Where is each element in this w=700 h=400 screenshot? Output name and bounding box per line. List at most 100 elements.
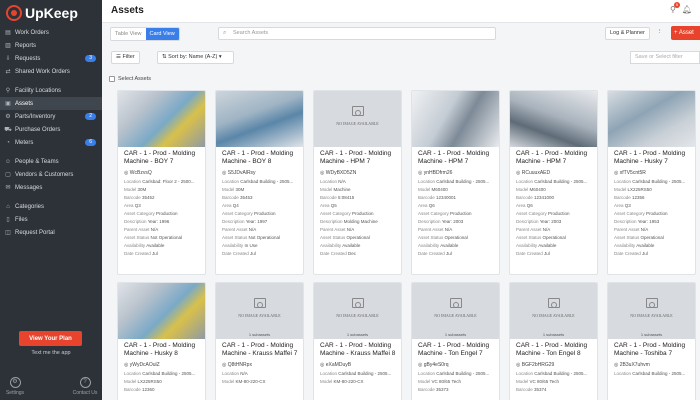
asset-title[interactable]: CAR - 1 - Prod - Molding Machine - HPM 7 xyxy=(412,147,499,166)
asset-card[interactable]: CAR - 1 - Prod - Molding Machine - Husky… xyxy=(607,90,696,275)
no-image-label: NO IMAGE AVAILABLE xyxy=(608,298,695,318)
more-options-icon[interactable]: ⋮ xyxy=(653,27,667,40)
table-view-button[interactable]: Table View xyxy=(111,28,146,40)
bell-icon[interactable]: 🔔︎ xyxy=(682,5,692,14)
asset-title[interactable]: CAR - 1 - Prod - Molding Machine - Ton E… xyxy=(510,339,597,358)
asset-card[interactable]: CAR - 1 - Prod - Molding Machine - HPM 7… xyxy=(509,90,598,275)
asset-card[interactable]: NO IMAGE AVAILABLE 1 subassets CAR - 1 - P… xyxy=(313,282,402,400)
asset-code-value: 2B3uX7uhvm xyxy=(619,362,650,368)
log-planner-button[interactable]: Log & Planner xyxy=(605,27,650,40)
sidebar-item-facility-locations[interactable]: ⚲ Facility Locations xyxy=(0,84,102,97)
sidebar-item-vendors-customers[interactable]: ▢ Vendors & Customers xyxy=(0,168,102,181)
field-value: Q3 xyxy=(624,203,631,208)
asset-field-barcode: Barcode 12356 xyxy=(608,192,695,200)
text-me-link[interactable]: Text me the app xyxy=(0,350,102,356)
subassets-chip[interactable]: 1 subassets xyxy=(314,332,401,337)
subassets-chip[interactable]: 1 subassets xyxy=(412,332,499,337)
field-label: Barcode xyxy=(320,195,337,200)
asset-field-parent: Parent Asset N/A xyxy=(608,224,695,232)
subassets-chip[interactable]: 1 subassets xyxy=(216,332,303,337)
field-label: Barcode xyxy=(516,387,533,392)
field-label: Parent Asset xyxy=(516,227,542,232)
sidebar-item-reports[interactable]: ▥ Reports xyxy=(0,39,102,52)
asset-card[interactable]: CAR - 1 - Prod - Molding Machine - BOY 7… xyxy=(117,90,206,275)
field-label: Barcode xyxy=(614,195,631,200)
asset-card[interactable]: CAR - 1 - Prod - Molding Machine - BOY 8… xyxy=(215,90,304,275)
field-label: Date Created xyxy=(124,251,151,256)
sidebar-item-label: Messages xyxy=(15,184,43,191)
field-value: Operational xyxy=(346,235,370,240)
card-view-button[interactable]: Card View xyxy=(145,28,179,40)
sort-dropdown[interactable]: ⇅ Sort by: Name (A-Z) ▾ xyxy=(157,51,234,64)
field-value: 5:08415 xyxy=(338,195,355,200)
asset-title[interactable]: CAR - 1 - Prod - Molding Machine - BOY 8 xyxy=(216,147,303,166)
field-label: Location xyxy=(222,371,240,376)
select-all[interactable]: Select Assets xyxy=(109,76,151,82)
asset-field-location: Location Carlsbad Building - 2505... xyxy=(608,368,695,376)
contact-button[interactable]: ? Contact Us xyxy=(70,377,100,396)
asset-title[interactable]: CAR - 1 - Prod - Molding Machine - Kraus… xyxy=(314,339,401,358)
asset-title[interactable]: CAR - 1 - Prod - Molding Machine - HPM 7 xyxy=(510,147,597,166)
field-label: Location xyxy=(614,179,632,184)
add-asset-button[interactable]: + Asset xyxy=(671,26,700,40)
sidebar-item-label: Categories xyxy=(15,203,45,210)
field-value: N/A xyxy=(444,227,453,232)
asset-card[interactable]: CAR - 1 - Prod - Molding Machine - Husky… xyxy=(117,282,206,400)
field-label: Area xyxy=(418,203,428,208)
save-filter-select[interactable]: Save or Select filter xyxy=(630,51,700,64)
asset-code-value: eXaMDuyB xyxy=(325,362,352,368)
asset-card[interactable]: NO IMAGE AVAILABLE CAR - 1 - Prod - Moldi… xyxy=(313,90,402,275)
field-label: Location xyxy=(418,371,436,376)
asset-field-location: Location Carlsbad: Floor 2 - 2500... xyxy=(118,176,205,184)
asset-field-parent: Parent Asset N/A xyxy=(314,224,401,232)
asset-title[interactable]: CAR - 1 - Prod - Molding Machine - HPM 7 xyxy=(314,147,401,166)
sidebar-item-shared-work-orders[interactable]: ⇄ Shared Work Orders xyxy=(0,65,102,78)
image-placeholder-icon xyxy=(351,106,364,116)
sidebar-item-people-teams[interactable]: ☺ People & Teams xyxy=(0,155,102,168)
field-value: In Use xyxy=(244,243,258,248)
sidebar-item-files[interactable]: ▯ Files xyxy=(0,213,102,226)
settings-button[interactable]: ⚙ Settings xyxy=(0,377,30,396)
sidebar-item-purchase-orders[interactable]: ⛟ Purchase Orders xyxy=(0,123,102,136)
image-placeholder-icon xyxy=(449,298,462,308)
sidebar-item-parts-inventory[interactable]: ⚙ Parts/Inventory 2 xyxy=(0,110,102,123)
asset-title[interactable]: CAR - 1 - Prod - Molding Machine - Toshi… xyxy=(608,339,695,358)
asset-field-location: Location Carlsbad Building - 2505... xyxy=(216,176,303,184)
alerts-button[interactable]: ⚲ 5 xyxy=(670,2,680,14)
field-label: Parent Asset xyxy=(418,227,444,232)
asset-card[interactable]: NO IMAGE AVAILABLE 1 subassets CAR - 1 - P… xyxy=(607,282,696,400)
asset-card[interactable]: NO IMAGE AVAILABLE 1 subassets CAR - 1 - P… xyxy=(509,282,598,400)
app-logo[interactable]: UpKeep xyxy=(0,0,102,26)
asset-field-status: Asset Status Operational xyxy=(314,232,401,240)
asset-title[interactable]: CAR - 1 - Prod - Molding Machine - Husky… xyxy=(118,339,205,358)
field-label: Area xyxy=(320,203,330,208)
filter-button[interactable]: ☰ Filter xyxy=(111,51,140,64)
asset-title[interactable]: CAR - 1 - Prod - Molding Machine - Kraus… xyxy=(216,339,303,358)
sidebar-item-meters[interactable]: ◔ Meters 6 xyxy=(0,136,102,149)
sidebar-item-messages[interactable]: ✉ Messages xyxy=(0,181,102,194)
asset-field-availability: Availability Available xyxy=(412,240,499,248)
field-value: Production xyxy=(646,211,668,216)
subassets-chip[interactable]: 1 subassets xyxy=(510,332,597,337)
asset-title[interactable]: CAR - 1 - Prod - Molding Machine - Ton E… xyxy=(412,339,499,358)
sidebar-item-categories[interactable]: ⌂ Categories xyxy=(0,200,102,213)
subassets-chip[interactable]: 1 subassets xyxy=(608,332,695,337)
sidebar-item-assets[interactable]: ▣ Assets xyxy=(0,97,102,110)
asset-card[interactable]: NO IMAGE AVAILABLE 1 subassets CAR - 1 - P… xyxy=(411,282,500,400)
sidebar-item-work-orders[interactable]: ▤ Work Orders xyxy=(0,26,102,39)
asset-title[interactable]: CAR - 1 - Prod - Molding Machine - Husky… xyxy=(608,147,695,166)
sidebar-item-label: Vendors & Customers xyxy=(15,171,74,178)
no-image-label: NO IMAGE AVAILABLE xyxy=(412,298,499,318)
asset-title[interactable]: CAR - 1 - Prod - Molding Machine - BOY 7 xyxy=(118,147,205,166)
asset-card[interactable]: NO IMAGE AVAILABLE 1 subassets CAR - 1 - P… xyxy=(215,282,304,400)
select-all-checkbox[interactable] xyxy=(109,76,115,82)
asset-card[interactable]: CAR - 1 - Prod - Molding Machine - HPM 7… xyxy=(411,90,500,275)
sidebar-item-request-portal[interactable]: ◫ Request Portal xyxy=(0,226,102,239)
file-icon: ▯ xyxy=(6,217,10,223)
search-input[interactable]: ⌕ Search Assets xyxy=(218,27,496,40)
asset-field-created: Date Created Jul xyxy=(412,248,499,256)
asset-code-value: gBy4eS0rq xyxy=(423,362,449,368)
view-plan-button[interactable]: View Your Plan xyxy=(19,331,82,346)
field-value: Carlsbad Building - 2505... xyxy=(436,179,490,184)
sidebar-item-requests[interactable]: ⇩ Requests 3 xyxy=(0,52,102,65)
